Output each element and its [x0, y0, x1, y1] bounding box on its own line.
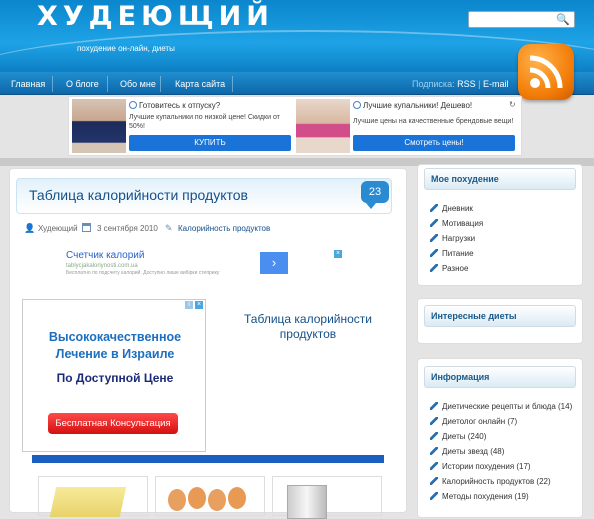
main-nav: Главная О блоге Обо мне Карта сайта Подп…: [0, 72, 594, 95]
pencil-icon: [430, 264, 438, 272]
subscribe-links: Подписка: RSS | E-mail: [412, 79, 509, 89]
product-image-eggs[interactable]: [155, 476, 265, 516]
ad-subheadline: По Доступной Цене: [56, 371, 174, 385]
ad-title[interactable]: Готовитесь к отпуску?: [139, 101, 220, 110]
sidebar-link[interactable]: Методы похудения (19): [430, 492, 529, 501]
post-author[interactable]: Худеющий: [38, 224, 78, 233]
nav-item-home[interactable]: Главная: [11, 79, 45, 89]
rss-link[interactable]: RSS: [457, 79, 476, 89]
ad-text: Лучшие цены на качественные брендовые ве…: [353, 118, 514, 125]
widget-title: Интересные диеты: [431, 311, 517, 321]
content-bar: [32, 455, 384, 463]
post-header: Таблица калорийности продуктов: [16, 178, 392, 214]
ad-text: Лучшие купальники по низкой цене! Скидки…: [129, 114, 280, 130]
site-title[interactable]: ХУДЕЮЩИЙ: [37, 1, 274, 32]
search-icon[interactable]: 🔍: [556, 13, 570, 26]
content-heading: Таблица калорийности продуктов: [244, 312, 372, 341]
site-tagline: похудение он-лайн, диеты: [77, 44, 175, 53]
ad-close-icon[interactable]: ×: [195, 301, 203, 309]
nav-divider: [160, 76, 161, 92]
comment-count-badge[interactable]: 23: [361, 181, 389, 209]
buy-button[interactable]: КУПИТЬ: [129, 135, 291, 151]
widget-title: Мое похудение: [431, 174, 499, 184]
pencil-icon: [430, 447, 438, 455]
nav-divider: [107, 76, 108, 92]
calorie-counter-ad[interactable]: Счетчик калорий tablycjakaloriynosti.com…: [66, 250, 356, 278]
widget-header: Интересные диеты: [424, 305, 576, 327]
sidebar-link[interactable]: Мотивация: [430, 219, 483, 228]
top-ad-banner: Готовитесь к отпуску? Лучшие купальники …: [68, 96, 522, 156]
sidebar-link[interactable]: Разное: [430, 264, 468, 273]
pencil-icon: [430, 402, 438, 410]
author-icon: 👤: [24, 223, 36, 233]
sidebar-link[interactable]: Диетолог онлайн (7): [430, 417, 517, 426]
ad-info-icon: [353, 101, 361, 109]
sidebar-link[interactable]: Калорийность продуктов (22): [430, 477, 551, 486]
refresh-icon[interactable]: ↻: [509, 100, 516, 109]
nav-item-about-me[interactable]: Обо мне: [120, 79, 156, 89]
site-header: ХУДЕЮЩИЙ похудение он-лайн, диеты 🔍: [0, 0, 594, 72]
search-input[interactable]: 🔍: [468, 11, 575, 28]
widget-title: Информация: [431, 372, 490, 382]
product-image-butter[interactable]: [38, 476, 148, 517]
rss-feed-icon[interactable]: [518, 44, 574, 100]
widget-header: Мое похудение: [424, 168, 576, 190]
post-title[interactable]: Таблица калорийности продуктов: [29, 187, 248, 203]
ad-info-icon: i: [185, 301, 193, 309]
ad-description: Бесплатно по подсчету калорий. Доступно …: [66, 270, 220, 276]
pencil-icon: [430, 219, 438, 227]
sidebar-link[interactable]: Питание: [430, 249, 474, 258]
see-prices-button[interactable]: Смотреть цены!: [353, 135, 515, 151]
ad-headline: Лечение в Израиле: [55, 347, 175, 361]
sidebar-link[interactable]: Дневник: [430, 204, 473, 213]
sidebar-link[interactable]: Диеты звезд (48): [430, 447, 504, 456]
pencil-icon: [430, 249, 438, 257]
subscribe-label: Подписка:: [412, 79, 455, 89]
ad-headline: Высококачественное: [48, 330, 182, 344]
pencil-icon: [430, 462, 438, 470]
widget-header: Информация: [424, 366, 576, 388]
calendar-icon: [82, 223, 91, 232]
sidebar-link[interactable]: Нагрузки: [430, 234, 475, 243]
ad-arrow-button[interactable]: ›: [260, 252, 288, 274]
nav-divider: [232, 76, 233, 92]
sidebar-link[interactable]: Диетические рецепты и блюда (14): [430, 402, 572, 411]
ad-title[interactable]: Счетчик калорий: [66, 250, 144, 261]
israel-clinic-ad[interactable]: × i Высококачественное Лечение в Израиле…: [22, 299, 206, 452]
product-image-jar[interactable]: [272, 476, 382, 519]
nav-item-sitemap[interactable]: Карта сайта: [175, 79, 225, 89]
email-link[interactable]: E-mail: [483, 79, 509, 89]
ad-close-icon[interactable]: ×: [334, 250, 342, 258]
ad-info-icon: [129, 101, 137, 109]
nav-divider: [52, 76, 53, 92]
pencil-icon: [430, 432, 438, 440]
pencil-icon: [430, 204, 438, 212]
post-date: 3 сентября 2010: [97, 224, 158, 233]
pencil-icon: [430, 234, 438, 242]
nav-item-about-blog[interactable]: О блоге: [66, 79, 99, 89]
post-category[interactable]: Калорийность продуктов: [178, 224, 270, 233]
ad-title[interactable]: Лучшие купальники! Дешево!: [363, 101, 472, 110]
sidebar-link[interactable]: Диеты (240): [430, 432, 486, 441]
sidebar-link[interactable]: Истории похудения (17): [430, 462, 531, 471]
pencil-icon: [430, 417, 438, 425]
pencil-icon: [430, 492, 438, 500]
swimsuit-image[interactable]: [296, 99, 350, 153]
pencil-icon: ✎: [165, 223, 173, 233]
pencil-icon: [430, 477, 438, 485]
swimsuit-image[interactable]: [72, 99, 126, 153]
ad-url[interactable]: tablycjakaloriynosti.com.ua: [66, 263, 138, 269]
free-consultation-button[interactable]: Бесплатная Консультация: [48, 413, 178, 434]
